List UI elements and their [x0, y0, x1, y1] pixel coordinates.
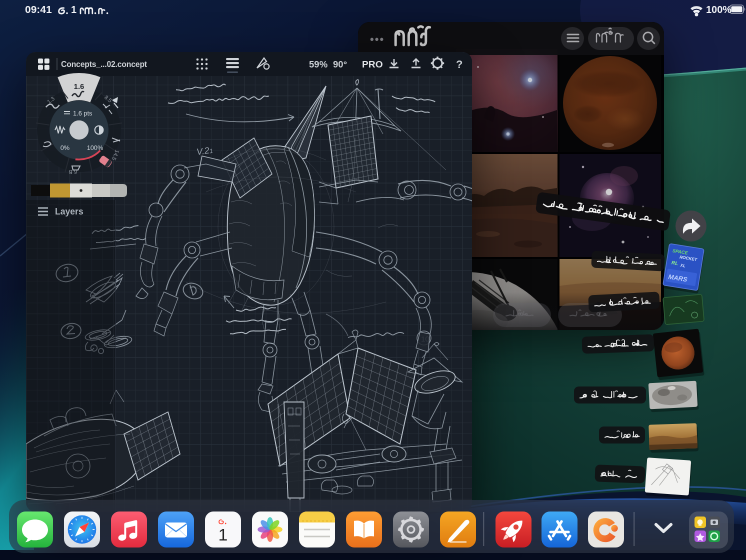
svg-text:09:41: 09:41	[25, 4, 52, 16]
svg-text:1: 1	[71, 5, 77, 16]
svg-text:100%: 100%	[706, 5, 732, 16]
